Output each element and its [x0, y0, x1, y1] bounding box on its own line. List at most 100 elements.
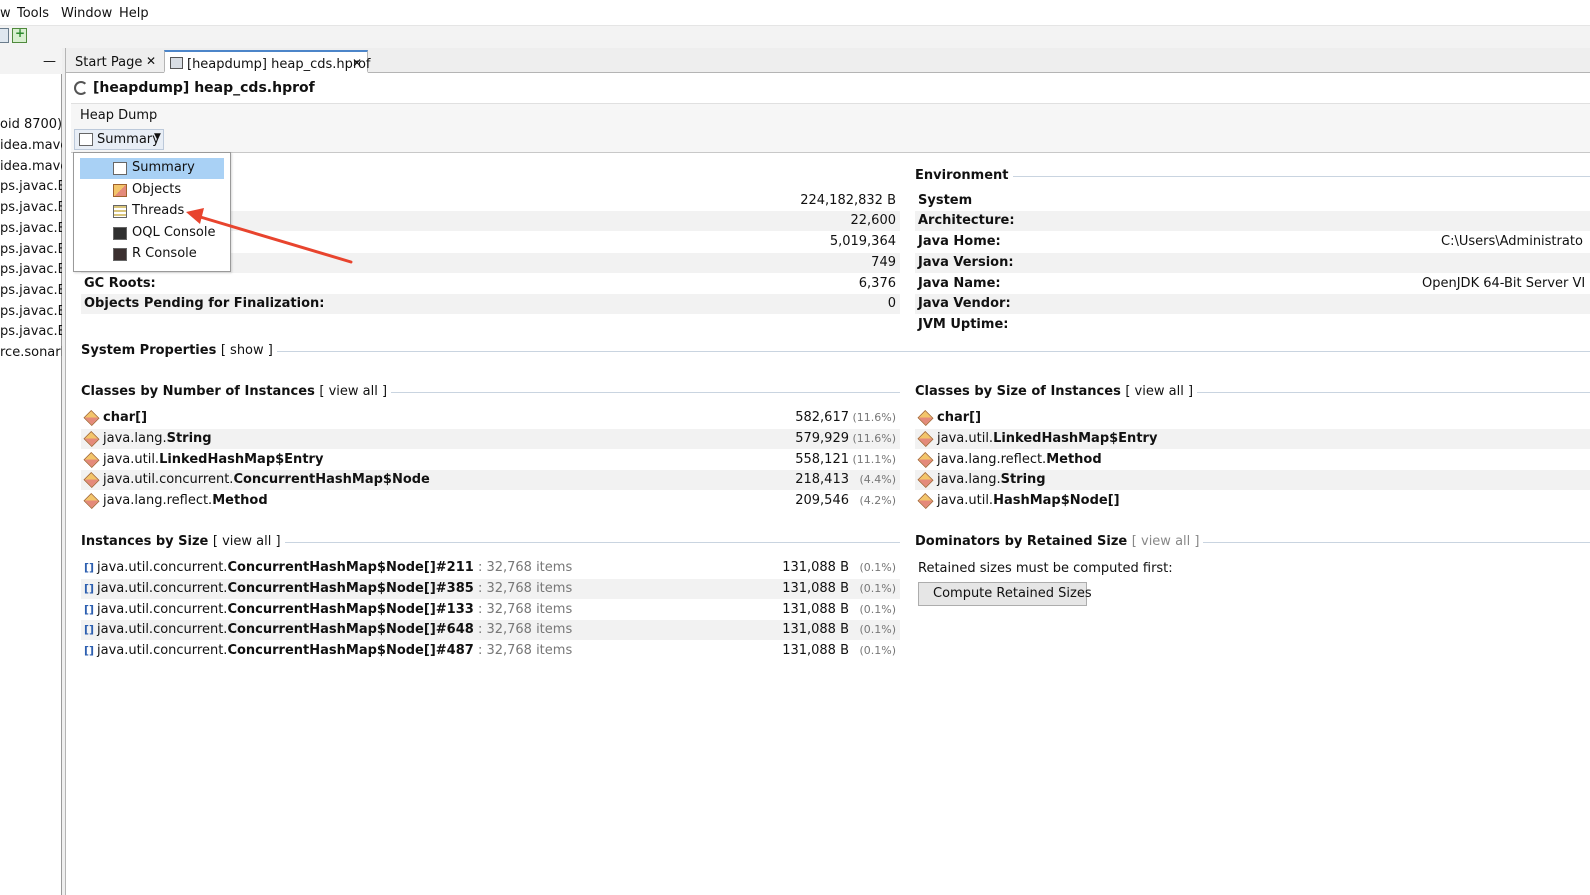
env-key: Java Version: [918, 255, 1014, 270]
tree-item[interactable]: idea.maven [0, 159, 62, 174]
show-link[interactable]: [ show ] [221, 343, 273, 358]
instance-name[interactable]: java.util.concurrent.ConcurrentHashMap$N… [97, 643, 572, 658]
class-name[interactable]: java.util.LinkedHashMap$Entry [103, 452, 323, 467]
section-divider [915, 176, 1590, 177]
instance-percent: (0.1%) [859, 644, 896, 658]
class-row[interactable]: java.lang.reflect.Method [915, 450, 1590, 470]
instance-row[interactable]: [] java.util.concurrent.ConcurrentHashMap… [81, 600, 900, 620]
view-toolbar: Summary ▼ [71, 127, 1590, 153]
menu-item-objects[interactable]: Objects [80, 180, 224, 201]
section-divider [81, 351, 1590, 352]
tree-item[interactable]: oid 8700) [0, 117, 62, 132]
env-value: C:\Users\Administrato [1441, 234, 1583, 249]
menu-view[interactable]: w [0, 6, 11, 21]
tree-item[interactable]: ps.javac.Ex [0, 179, 62, 194]
class-simple-name: Method [212, 493, 268, 509]
class-package: java.util. [103, 451, 160, 467]
class-name[interactable]: java.lang.reflect.Method [103, 493, 268, 508]
instance-size: 131,088 B [782, 580, 849, 596]
instance-row[interactable]: [] java.util.concurrent.ConcurrentHashMap… [81, 558, 900, 578]
view-all-link[interactable]: [ view all ] [319, 384, 387, 399]
array-icon: [] [84, 623, 95, 637]
menu-tools[interactable]: Tools [17, 6, 49, 21]
class-row[interactable]: java.util.HashMap$Node[] [915, 491, 1590, 511]
env-row: System [915, 191, 1590, 211]
info-value: 224,182,832 B [800, 193, 896, 208]
close-icon[interactable]: ✕ [352, 56, 362, 70]
instance-percent: (0.1%) [859, 623, 896, 637]
instance-name[interactable]: java.util.concurrent.ConcurrentHashMap$N… [97, 622, 572, 637]
class-row[interactable]: java.util.LinkedHashMap$Entry [915, 428, 1590, 449]
section-title: System Properties [81, 343, 217, 358]
tree-item[interactable]: ps.javac.Ex [0, 221, 62, 236]
class-row[interactable]: java.lang.String [915, 470, 1590, 491]
class-simple-name: Method [1046, 451, 1102, 467]
tree-item[interactable]: idea.maven [0, 138, 62, 153]
view-selector-button[interactable]: Summary ▼ [74, 129, 164, 150]
class-row[interactable]: java.util.LinkedHashMap$Entry 558,121 (11.… [81, 450, 900, 470]
menu-window[interactable]: Window [61, 6, 112, 21]
info-row: GC Roots: 6,376 [81, 274, 900, 294]
tree-item[interactable]: ps.javac.Ex [0, 283, 62, 298]
info-key: GC Roots: [84, 276, 156, 291]
view-all-link[interactable]: [ view all ] [213, 534, 281, 549]
section-title: Instances by Size [81, 534, 209, 549]
class-name[interactable]: java.util.HashMap$Node[] [937, 493, 1120, 508]
class-row[interactable]: char[] [915, 408, 1590, 428]
class-row[interactable]: char[] 582,617 (11.6%) [81, 408, 900, 428]
class-name[interactable]: java.lang.String [103, 431, 212, 446]
add-application-icon[interactable] [12, 26, 27, 43]
compute-retained-sizes-button[interactable]: Compute Retained Sizes [918, 582, 1092, 606]
class-name[interactable]: java.lang.String [937, 472, 1046, 487]
tree-item[interactable]: ps.javac.Ex [0, 324, 62, 339]
classes-by-instances-header: Classes by Number of Instances [ view al… [81, 384, 392, 399]
menu-item-oql-console[interactable]: OQL Console [80, 223, 224, 244]
class-name[interactable]: char[] [103, 410, 147, 425]
tree-item[interactable]: ps.javac.Ex [0, 200, 62, 215]
info-key: Objects Pending for Finalization: [84, 296, 325, 311]
instance-name[interactable]: java.util.concurrent.ConcurrentHashMap$N… [97, 581, 572, 596]
instance-row[interactable]: [] java.util.concurrent.ConcurrentHashMap… [81, 620, 900, 641]
instance-percent: (11.6%) [852, 431, 896, 445]
menu-help[interactable]: Help [119, 6, 149, 21]
class-name[interactable]: java.util.LinkedHashMap$Entry [937, 431, 1157, 446]
tab-heapdump[interactable]: [heapdump] heap_cds.hprof ✕ [164, 50, 371, 73]
tab-start-page[interactable]: Start Page ✕ [70, 50, 162, 73]
class-row[interactable]: java.util.concurrent.ConcurrentHashMap$N… [81, 470, 900, 491]
tree-item[interactable]: ps.javac.Ex [0, 242, 62, 257]
tab-label: [heapdump] heap_cds.hprof [187, 57, 371, 72]
tree-item[interactable]: rce.sonarlin [0, 345, 62, 360]
summary-icon [79, 133, 93, 146]
env-key: JVM Uptime: [918, 317, 1009, 332]
class-package: java.lang.reflect. [103, 493, 213, 509]
menu-item-r-console[interactable]: R Console [80, 244, 224, 265]
class-simple-name: char[] [937, 410, 982, 425]
instance-name[interactable]: java.util.concurrent.ConcurrentHashMap$N… [97, 560, 572, 575]
minimize-pane-button[interactable]: — [43, 54, 56, 69]
class-icon [83, 451, 100, 468]
class-package: java.util.concurrent. [97, 601, 228, 617]
objects-icon [113, 184, 127, 197]
class-name[interactable]: java.util.concurrent.ConcurrentHashMap$N… [103, 472, 430, 487]
class-name[interactable]: java.lang.reflect.Method [937, 452, 1102, 467]
section-title: Classes by Number of Instances [81, 384, 315, 399]
instance-id: ConcurrentHashMap$Node[]#211 [227, 560, 474, 575]
close-icon[interactable]: ✕ [146, 54, 156, 68]
open-heapdump-icon[interactable] [0, 28, 9, 43]
menu-item-summary[interactable]: Summary [80, 158, 224, 179]
tree-item[interactable]: ps.javac.Ex [0, 262, 62, 277]
instance-row[interactable]: [] java.util.concurrent.ConcurrentHashMap… [81, 578, 900, 599]
instance-id: ConcurrentHashMap$Node[]#648 [227, 622, 474, 638]
instance-row[interactable]: [] java.util.concurrent.ConcurrentHashMap… [81, 641, 900, 661]
view-all-link[interactable]: [ view all ] [1125, 384, 1193, 399]
menu-item-label: Objects [132, 182, 182, 197]
instance-name[interactable]: java.util.concurrent.ConcurrentHashMap$N… [97, 602, 572, 617]
tree-item[interactable]: ps.javac.Ex [0, 304, 62, 319]
class-row[interactable]: java.lang.reflect.Method 209,546 (4.2%) [81, 491, 900, 511]
r-console-icon [113, 248, 127, 261]
menu-item-threads[interactable]: Threads [80, 201, 224, 222]
class-row[interactable]: java.lang.String 579,929 (11.6%) [81, 428, 900, 449]
pane-splitter[interactable] [62, 48, 66, 895]
class-name[interactable]: char[] [937, 410, 981, 425]
class-package: java.util.concurrent. [103, 472, 234, 488]
